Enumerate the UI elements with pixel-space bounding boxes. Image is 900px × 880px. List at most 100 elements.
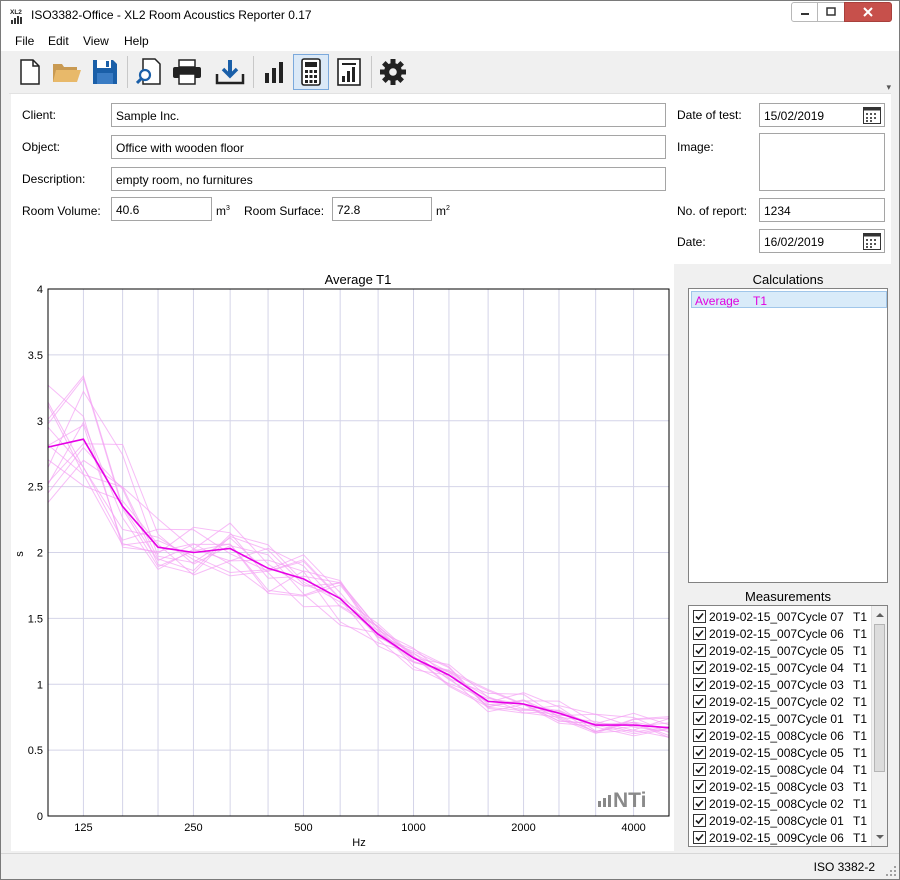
chart-grid bbox=[47, 288, 670, 817]
report-icon bbox=[337, 58, 361, 86]
resize-grip-icon[interactable] bbox=[886, 866, 896, 876]
minimize-button[interactable] bbox=[791, 2, 818, 22]
room-surface-field[interactable]: 72.8 bbox=[332, 197, 432, 221]
calculations-list[interactable]: Average T1 bbox=[688, 288, 888, 583]
measurement-row[interactable]: 2019-02-15_007Cycle 03 T1 bbox=[692, 676, 872, 693]
maximize-button[interactable] bbox=[817, 2, 845, 22]
measurements-list[interactable]: 2019-02-15_007Cycle 07 T1 2019-02-15_007Cy… bbox=[688, 605, 888, 847]
date-field[interactable]: 16/02/2019 bbox=[759, 229, 885, 253]
measurement-type: T1 bbox=[853, 644, 868, 658]
menu-view[interactable]: View bbox=[83, 34, 109, 48]
room-surface-unit: m2 bbox=[436, 204, 450, 218]
report-form: Client: Sample Inc. Object: Office with … bbox=[11, 94, 891, 264]
scroll-up-icon[interactable] bbox=[873, 608, 887, 622]
title-bar[interactable]: XL2 ISO3382-Office - XL2 Room Acoustics … bbox=[1, 1, 899, 31]
room-volume-field[interactable]: 40.6 bbox=[111, 197, 212, 221]
calculator-button[interactable] bbox=[293, 54, 329, 90]
close-button[interactable] bbox=[844, 2, 892, 22]
x-tick-label: 2000 bbox=[511, 822, 535, 834]
chart-view-button[interactable] bbox=[256, 54, 292, 90]
measurement-row[interactable]: 2019-02-15_007Cycle 01 T1 bbox=[692, 710, 872, 727]
measurement-checkbox[interactable] bbox=[693, 780, 706, 793]
measurement-curve bbox=[47, 390, 670, 733]
measurement-checkbox[interactable] bbox=[693, 678, 706, 691]
window-title: ISO3382-Office - XL2 Room Acoustics Repo… bbox=[31, 8, 312, 22]
measurement-row[interactable]: 2019-02-15_009Cycle 06 T1 bbox=[692, 829, 872, 846]
measurement-checkbox[interactable] bbox=[693, 814, 706, 827]
client-field[interactable]: Sample Inc. bbox=[111, 103, 666, 127]
print-button[interactable] bbox=[169, 54, 205, 90]
reverberation-chart[interactable]: Average T1 0 0.5 1 1.5 2 2.5 3 3.5 4 125 250 500 10… bbox=[11, 264, 674, 851]
menu-file[interactable]: File bbox=[15, 34, 34, 48]
print-preview-button[interactable] bbox=[131, 54, 167, 90]
room-surface-label: Room Surface: bbox=[244, 204, 325, 218]
measurement-type: T1 bbox=[853, 831, 868, 845]
measurement-row[interactable]: 2019-02-15_007Cycle 05 T1 bbox=[692, 642, 872, 659]
date-of-test-label: Date of test: bbox=[677, 108, 742, 122]
y-tick-label: 3 bbox=[37, 416, 43, 428]
menu-edit[interactable]: Edit bbox=[48, 34, 69, 48]
date-of-test-field[interactable]: 15/02/2019 bbox=[759, 103, 885, 127]
measurement-checkbox[interactable] bbox=[693, 746, 706, 759]
open-folder-button[interactable] bbox=[49, 54, 85, 90]
measurement-name: 2019-02-15_009Cycle 06 bbox=[709, 831, 844, 845]
image-box[interactable] bbox=[759, 133, 885, 191]
calendar-icon[interactable] bbox=[863, 107, 881, 124]
object-field[interactable]: Office with wooden floor bbox=[111, 135, 666, 159]
app-window: XL2 ISO3382-Office - XL2 Room Acoustics … bbox=[0, 0, 900, 880]
measurement-checkbox[interactable] bbox=[693, 712, 706, 725]
measurement-name: 2019-02-15_007Cycle 01 bbox=[709, 712, 844, 726]
y-tick-label: 1 bbox=[37, 679, 43, 691]
report-number-field[interactable]: 1234 bbox=[759, 198, 885, 222]
measurement-checkbox[interactable] bbox=[693, 644, 706, 657]
save-button[interactable] bbox=[87, 54, 123, 90]
calendar-icon[interactable] bbox=[863, 233, 881, 250]
measurement-checkbox[interactable] bbox=[693, 627, 706, 640]
checkmark-icon bbox=[695, 765, 704, 774]
checkmark-icon bbox=[695, 629, 704, 638]
menu-help[interactable]: Help bbox=[124, 34, 149, 48]
calculation-row-average[interactable]: Average T1 bbox=[691, 291, 887, 308]
measurement-checkbox[interactable] bbox=[693, 695, 706, 708]
measurement-row[interactable]: 2019-02-15_007Cycle 06 T1 bbox=[692, 625, 872, 642]
measurement-row[interactable]: 2019-02-15_008Cycle 04 T1 bbox=[692, 761, 872, 778]
toolbar-overflow-icon[interactable]: ▾ bbox=[886, 82, 891, 93]
gear-icon bbox=[380, 59, 406, 85]
report-button[interactable] bbox=[331, 54, 367, 90]
measurement-row[interactable]: 2019-02-15_008Cycle 06 T1 bbox=[692, 727, 872, 744]
measurement-row[interactable]: 2019-02-15_008Cycle 01 T1 bbox=[692, 812, 872, 829]
settings-button[interactable] bbox=[375, 54, 411, 90]
measurement-name: 2019-02-15_007Cycle 05 bbox=[709, 644, 844, 658]
import-button[interactable] bbox=[212, 54, 248, 90]
description-field[interactable]: empty room, no furnitures bbox=[111, 167, 666, 191]
measurement-row[interactable]: 2019-02-15_007Cycle 04 T1 bbox=[692, 659, 872, 676]
y-axis-label: s bbox=[14, 551, 26, 557]
measurement-curve bbox=[47, 374, 670, 738]
measurement-type: T1 bbox=[853, 610, 868, 624]
maximize-icon bbox=[826, 7, 836, 16]
room-volume-label: Room Volume: bbox=[22, 204, 101, 218]
measurement-type: T1 bbox=[853, 729, 868, 743]
measurement-checkbox[interactable] bbox=[693, 729, 706, 742]
measurement-row[interactable]: 2019-02-15_008Cycle 03 T1 bbox=[692, 778, 872, 795]
new-file-button[interactable] bbox=[12, 54, 48, 90]
measurement-checkbox[interactable] bbox=[693, 831, 706, 844]
measurement-checkbox[interactable] bbox=[693, 661, 706, 674]
checkmark-icon bbox=[695, 799, 704, 808]
printer-icon bbox=[173, 59, 201, 85]
measurement-row[interactable]: 2019-02-15_007Cycle 02 T1 bbox=[692, 693, 872, 710]
measurement-row[interactable]: 2019-02-15_008Cycle 05 T1 bbox=[692, 744, 872, 761]
scroll-down-icon[interactable] bbox=[873, 830, 887, 844]
measurement-row[interactable]: 2019-02-15_007Cycle 07 T1 bbox=[692, 608, 872, 625]
scroll-thumb[interactable] bbox=[874, 624, 885, 772]
calculation-name: Average bbox=[695, 294, 740, 308]
measurement-type: T1 bbox=[853, 797, 868, 811]
measurements-scrollbar[interactable] bbox=[871, 606, 887, 846]
measurement-checkbox[interactable] bbox=[693, 763, 706, 776]
toolbar-separator bbox=[253, 56, 254, 88]
measurement-row[interactable]: 2019-02-15_008Cycle 02 T1 bbox=[692, 795, 872, 812]
measurement-checkbox[interactable] bbox=[693, 610, 706, 623]
measurement-name: 2019-02-15_008Cycle 06 bbox=[709, 729, 844, 743]
image-label: Image: bbox=[677, 140, 714, 154]
measurement-checkbox[interactable] bbox=[693, 797, 706, 810]
